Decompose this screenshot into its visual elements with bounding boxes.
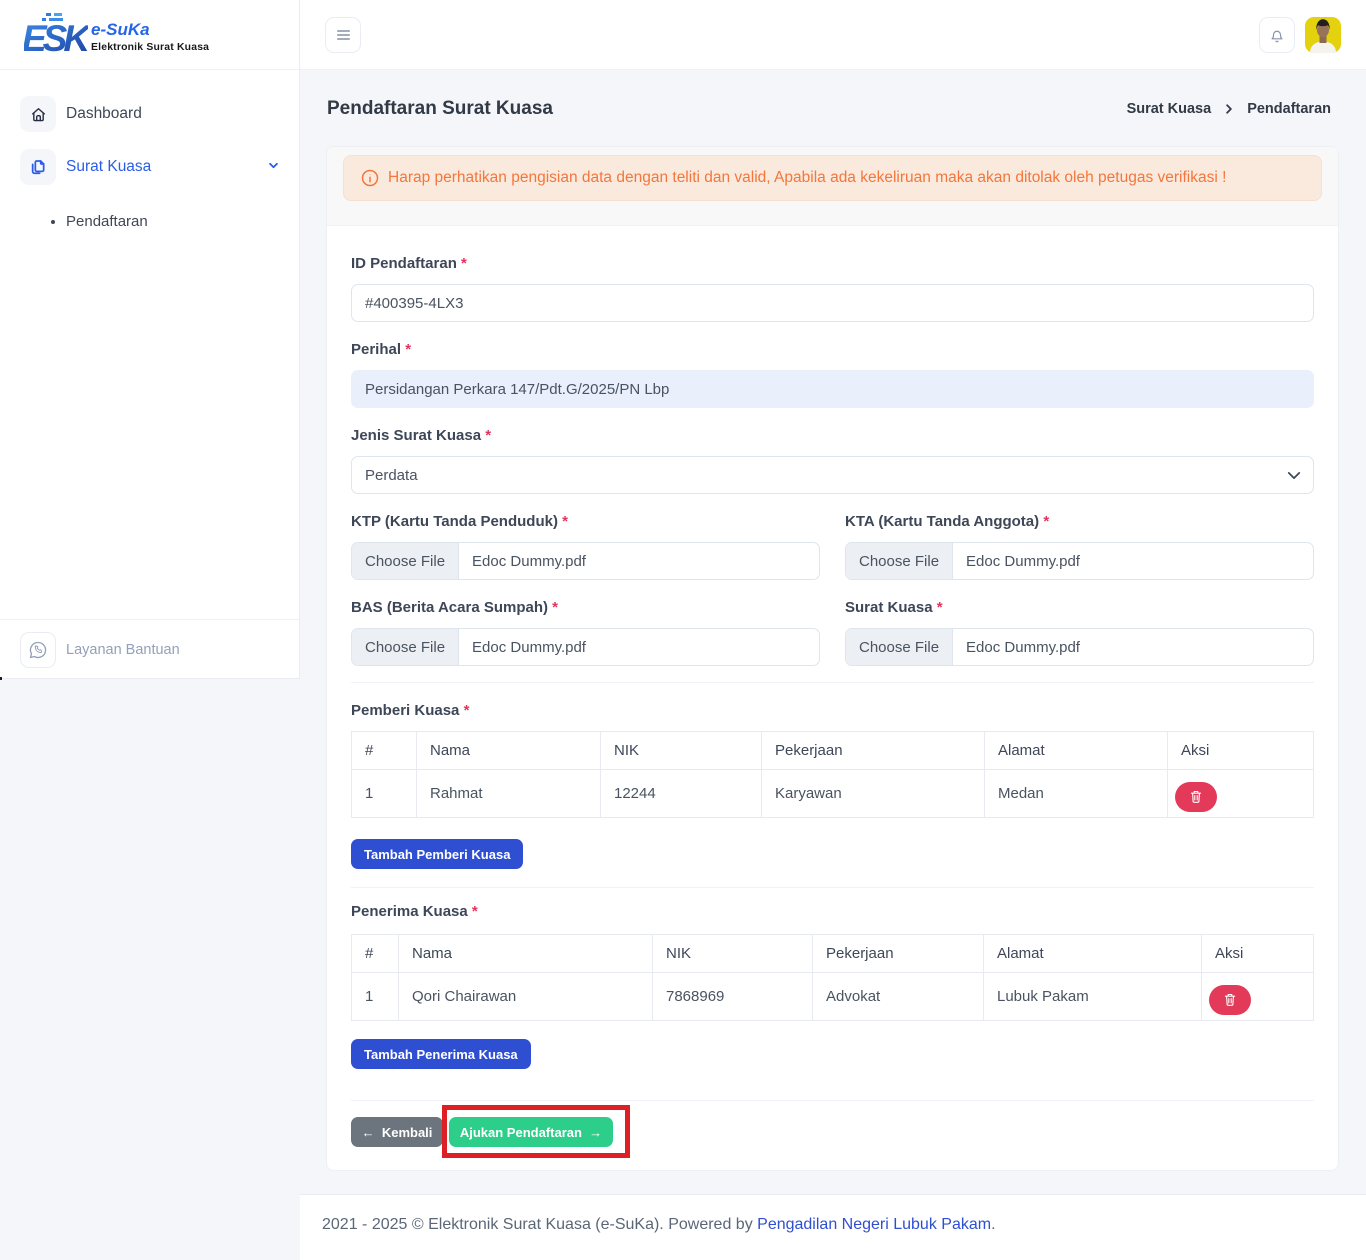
svg-text:ESK: ESK	[24, 18, 88, 59]
